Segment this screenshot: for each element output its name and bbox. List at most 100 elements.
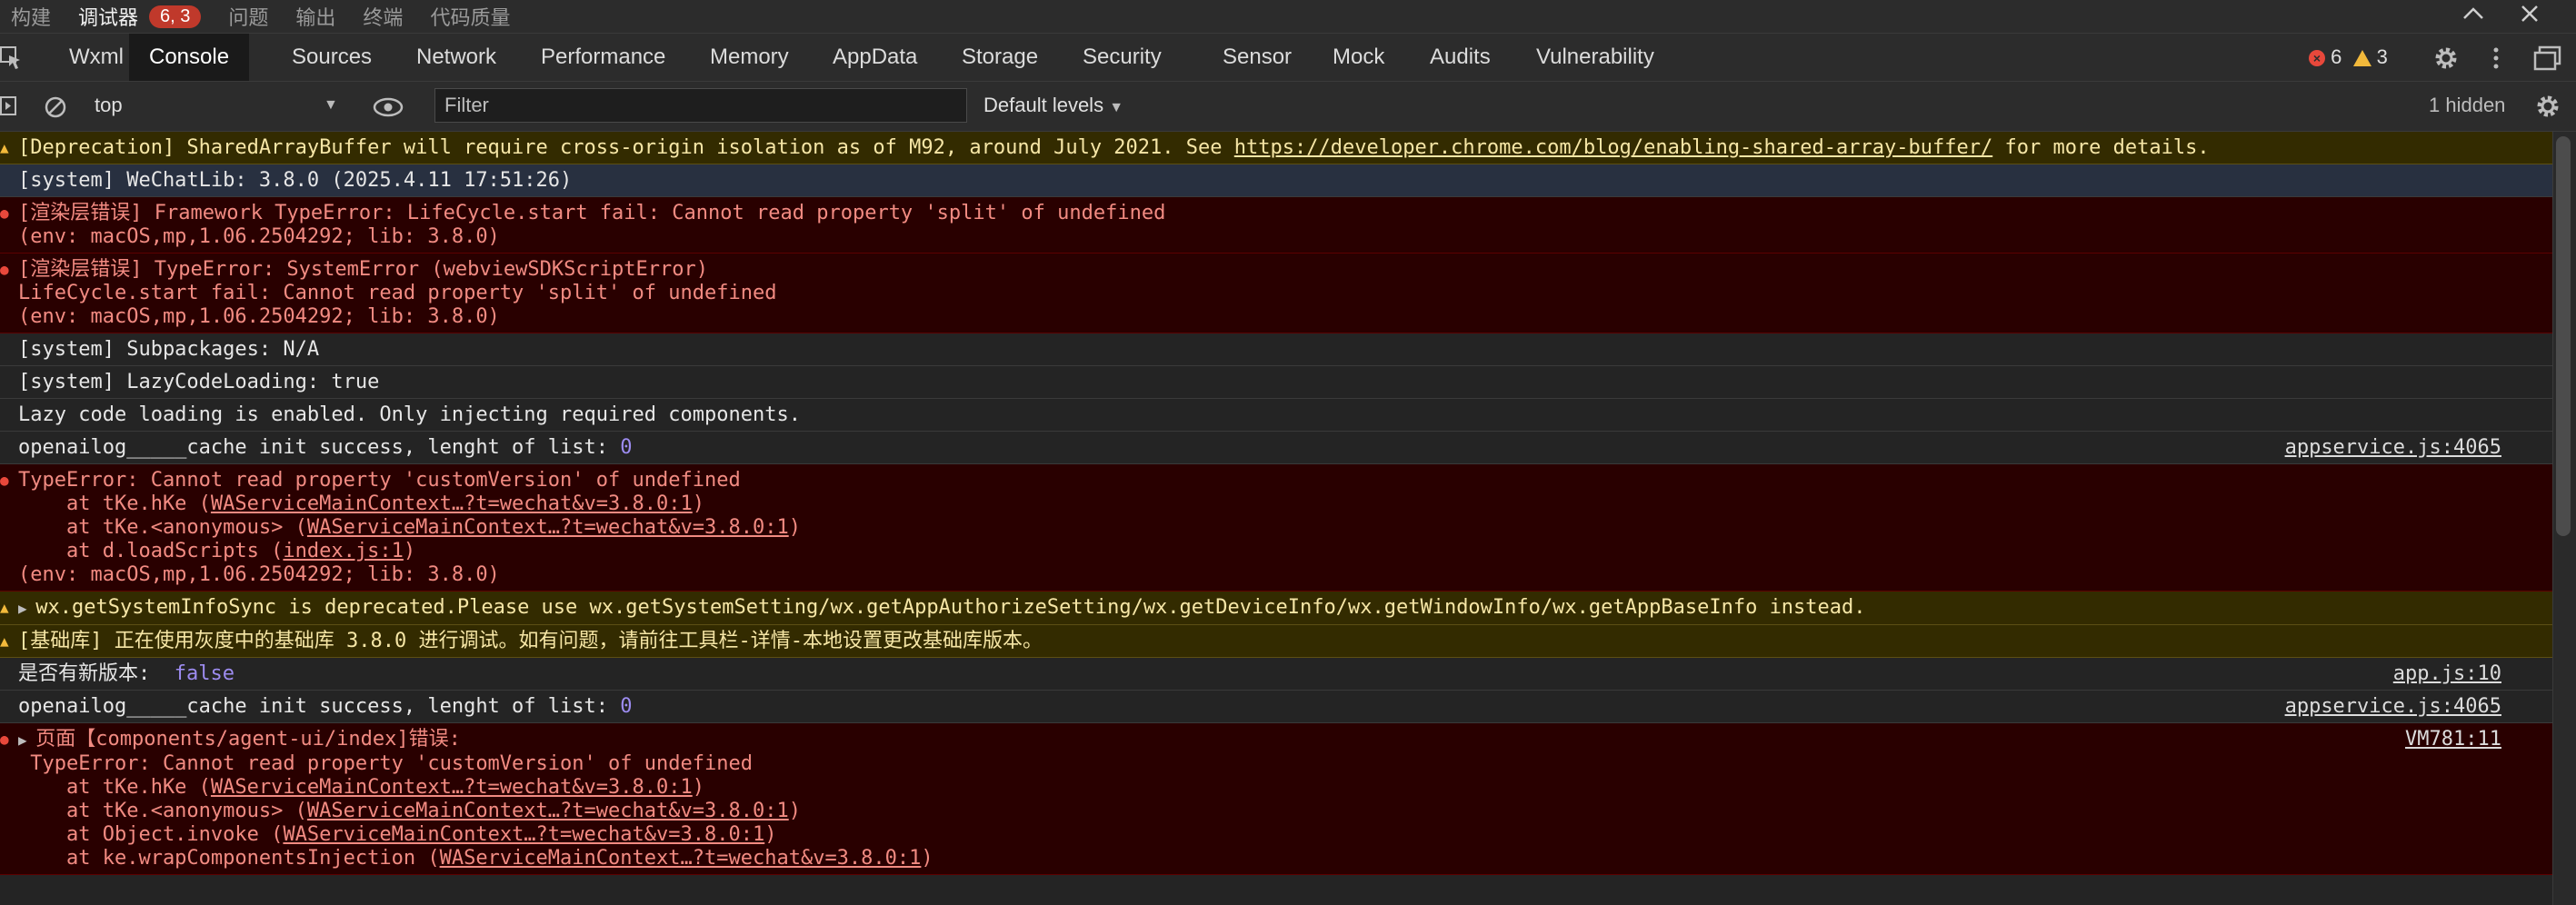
collapse-panel-icon[interactable] <box>2460 2 2487 27</box>
source-location-link[interactable]: VM781:11 <box>2405 728 2501 751</box>
message-body: [system] WeChatLib: 3.8.0 (2025.4.11 17:… <box>18 169 573 192</box>
error-icon: ● <box>0 472 9 489</box>
message-segment: [Deprecation] SharedArrayBuffer will req… <box>18 136 1234 159</box>
tab-sensor[interactable]: Sensor <box>1223 34 1292 81</box>
message-segment: 是否有新版本: <box>18 662 175 685</box>
message-segment: for more details. <box>1992 136 2210 159</box>
error-icon: × <box>2309 50 2325 67</box>
tab-storage[interactable]: Storage <box>962 34 1038 81</box>
console-message-warning[interactable]: ▲ ▶ wx.getSystemInfoSync is deprecated.Pl… <box>0 592 2552 625</box>
message-text: [system] Subpackages: N/A <box>18 338 319 361</box>
warning-icon: ▲ <box>0 599 9 616</box>
message-text: 是否有新版本: false <box>18 662 235 685</box>
sidebar-toggle-icon[interactable] <box>0 96 18 116</box>
source-location-link[interactable]: app.js:10 <box>2393 662 2501 686</box>
filter-input[interactable] <box>434 88 967 123</box>
expand-caret-icon[interactable]: ▶ <box>18 600 35 617</box>
error-icon: ● <box>0 261 9 278</box>
logged-value: false <box>174 662 235 685</box>
message-body: [system] LazyCodeLoading: true <box>18 371 380 393</box>
tab-wxml[interactable]: Wxml <box>69 34 124 81</box>
message-text: [system] LazyCodeLoading: true <box>18 371 379 393</box>
clear-console-icon[interactable] <box>44 95 67 119</box>
logged-value: 0 <box>620 695 633 718</box>
message-text: [Deprecation] SharedArrayBuffer will req… <box>18 136 2210 159</box>
message-text: openailog_____cache init success, lenght… <box>18 436 633 459</box>
message-body: [system] Subpackages: N/A <box>18 338 320 361</box>
warning-icon <box>2352 50 2371 67</box>
message-text: TypeError: Cannot read property 'customV… <box>18 469 801 586</box>
warning-icon: ▲ <box>0 632 9 650</box>
console-message-warning[interactable]: ▲ [Deprecation] SharedArrayBuffer will re… <box>0 132 2552 164</box>
message-text: openailog_____cache init success, lenght… <box>18 695 633 718</box>
message-text: ▶ 页面【components/agent-ui/index]错误: TypeE… <box>18 728 934 870</box>
kebab-menu-icon[interactable] <box>2487 45 2505 72</box>
console-messages[interactable]: ▲ [Deprecation] SharedArrayBuffer will re… <box>0 132 2552 905</box>
console-message-error[interactable]: ● [渲染层错误] TypeError: SystemError (webview… <box>0 254 2552 333</box>
stack-frame-link[interactable]: WAServiceMainContext…?t=wechat&v=3.8.0:1 <box>211 776 693 799</box>
console-message-error[interactable]: ● ▶ 页面【components/agent-ui/index]错误: Type… <box>0 723 2552 875</box>
console-message-info[interactable]: 是否有新版本: false app.js:10 <box>0 658 2552 691</box>
warning-icon: ▲ <box>0 139 9 156</box>
hidden-messages-count: 1 hidden <box>2429 94 2506 116</box>
tab-console[interactable]: Console <box>129 34 250 81</box>
devtools-panel-tabs: Wxml Console Sources Network Performance… <box>0 34 2576 82</box>
console-message-info[interactable]: Lazy code loading is enabled. Only injec… <box>0 399 2552 432</box>
top-tab-terminal[interactable]: 终端 <box>363 2 403 31</box>
tab-vulnerability[interactable]: Vulnerability <box>1536 34 1654 81</box>
tab-performance[interactable]: Performance <box>541 34 665 81</box>
message-segment: openailog_____cache init success, lenght… <box>18 695 621 718</box>
console-message-info[interactable]: [system] LazyCodeLoading: true <box>0 366 2552 399</box>
message-text: [渲染层错误] Framework TypeError: LifeCycle.s… <box>18 202 1165 248</box>
message-text: Lazy code loading is enabled. Only injec… <box>18 403 801 426</box>
inspect-element-icon[interactable] <box>0 45 22 70</box>
context-selector[interactable]: top <box>95 87 340 124</box>
tab-network[interactable]: Network <box>416 34 496 81</box>
console-message-info[interactable]: openailog_____cache init success, lenght… <box>0 432 2552 464</box>
source-location-link[interactable]: appservice.js:4065 <box>2285 695 2501 719</box>
top-tab-problems[interactable]: 问题 <box>228 2 268 31</box>
stack-frame-link[interactable]: WAServiceMainContext…?t=wechat&v=3.8.0:1 <box>211 492 693 515</box>
source-location-link[interactable]: appservice.js:4065 <box>2285 436 2501 460</box>
stack-frame-link[interactable]: https://developer.chrome.com/blog/enabli… <box>1234 136 1992 159</box>
console-settings-gear-icon[interactable] <box>2534 93 2561 120</box>
tab-memory[interactable]: Memory <box>710 34 789 81</box>
top-tab-code-quality[interactable]: 代码质量 <box>430 2 510 31</box>
console-message-info[interactable]: openailog_____cache init success, lenght… <box>0 691 2552 723</box>
log-levels-dropdown[interactable]: Default levels ▼ <box>983 87 1123 126</box>
top-tab-build[interactable]: 构建 <box>11 2 51 31</box>
gear-icon[interactable] <box>2432 45 2460 72</box>
stack-frame-link[interactable]: index.js:1 <box>283 540 403 562</box>
chevron-down-icon: ▼ <box>324 97 338 113</box>
live-expression-eye-icon[interactable] <box>373 96 404 118</box>
console-message-warning[interactable]: ▲ [基础库] 正在使用灰度中的基础库 3.8.0 进行调试。如有问题，请前往工具… <box>0 625 2552 658</box>
expand-caret-icon[interactable]: ▶ <box>18 731 35 749</box>
tab-audits[interactable]: Audits <box>1430 34 1491 81</box>
tab-mock[interactable]: Mock <box>1333 34 1384 81</box>
console-filter-bar: top ▼ Default levels ▼ 1 hidden <box>0 82 2576 132</box>
stack-frame-link[interactable]: WAServiceMainContext…?t=wechat&v=3.8.0:1 <box>283 823 764 846</box>
top-tab-debugger[interactable]: 调试器 6, 3 <box>78 2 202 31</box>
message-text: [基础库] 正在使用灰度中的基础库 3.8.0 进行调试。如有问题，请前往工具栏… <box>18 630 1043 652</box>
error-count: 6 <box>2331 45 2342 68</box>
tab-appdata[interactable]: AppData <box>833 34 917 81</box>
stack-frame-link[interactable]: WAServiceMainContext…?t=wechat&v=3.8.0:1 <box>440 847 922 870</box>
message-body: [基础库] 正在使用灰度中的基础库 3.8.0 进行调试。如有问题，请前往工具栏… <box>18 630 1043 652</box>
tab-security[interactable]: Security <box>1083 34 1162 81</box>
top-tab-output[interactable]: 输出 <box>295 2 335 31</box>
console-message-info[interactable]: [system] Subpackages: N/A <box>0 333 2552 366</box>
tab-sources[interactable]: Sources <box>292 34 372 81</box>
issue-counter[interactable]: × 6 3 <box>2309 34 2388 81</box>
stack-frame-link[interactable]: WAServiceMainContext…?t=wechat&v=3.8.0:1 <box>307 516 789 539</box>
message-body: [渲染层错误] Framework TypeError: LifeCycle.s… <box>18 202 1166 248</box>
message-text: ▶ wx.getSystemInfoSync is deprecated.Ple… <box>18 596 1866 619</box>
console-message-error[interactable]: ● [渲染层错误] Framework TypeError: LifeCycle.… <box>0 197 2552 254</box>
warning-count: 3 <box>2376 45 2388 68</box>
console-message-system[interactable]: [system] WeChatLib: 3.8.0 (2025.4.11 17:… <box>0 164 2552 197</box>
stack-frame-link[interactable]: WAServiceMainContext…?t=wechat&v=3.8.0:1 <box>307 800 789 822</box>
console-scrollbar-thumb[interactable] <box>2556 136 2571 536</box>
console-message-error[interactable]: ● TypeError: Cannot read property 'custom… <box>0 464 2552 592</box>
close-panel-icon[interactable] <box>2516 2 2543 27</box>
dock-side-icon[interactable] <box>2532 45 2563 72</box>
message-body: [渲染层错误] TypeError: SystemError (webviewS… <box>18 258 777 328</box>
